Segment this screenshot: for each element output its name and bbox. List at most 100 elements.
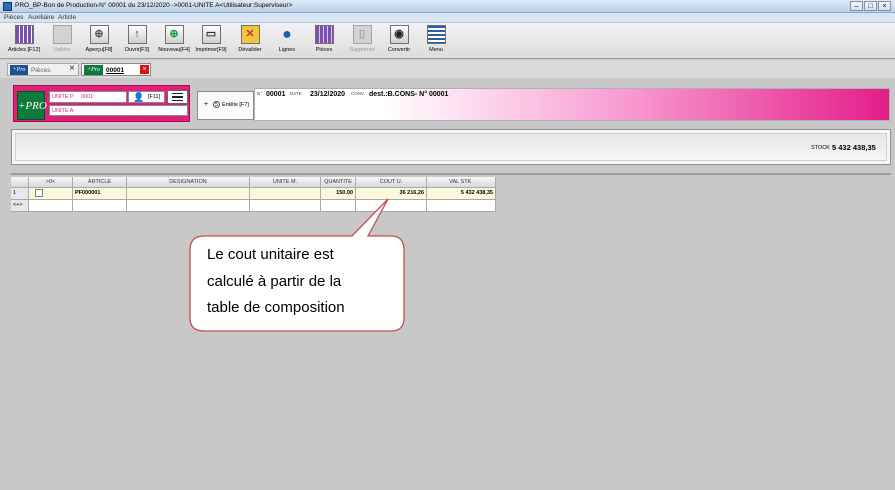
unit-label: UNITE P xyxy=(52,94,74,100)
row-checkbox[interactable] xyxy=(35,188,43,197)
open-up-arrow-icon: ↑ xyxy=(127,25,147,44)
menu-button[interactable]: Menu xyxy=(417,25,455,58)
callout-line: Le cout unitaire est xyxy=(207,246,334,263)
invalidate-x-icon: ✕ xyxy=(240,25,260,44)
close-window-icon[interactable]: × xyxy=(878,1,891,11)
person-icon: 👤 xyxy=(133,92,145,102)
convert-eye-icon: ◉ xyxy=(389,25,409,44)
menu-item-auxiliaire[interactable]: Auxiliaire xyxy=(28,14,54,21)
app-icon xyxy=(3,2,12,11)
unit-code-field[interactable]: UNITE P 0001 xyxy=(49,91,127,103)
new-row-marker: <+> xyxy=(11,200,29,212)
close-tab-icon[interactable]: × xyxy=(69,63,75,74)
lines-grid: >0< ARTICLE DESIGNATION UNITE M. QUANTIT… xyxy=(11,177,496,212)
plus-icon: + xyxy=(204,101,209,108)
document-info-bar: N° 00001 DATE 23/12/2020 CONV dest.:B.CO… xyxy=(254,88,890,121)
col-header-valstk[interactable]: VAL STK. xyxy=(427,177,496,188)
tab-label: Pièces xyxy=(31,67,51,74)
empty-cell[interactable] xyxy=(356,200,427,212)
col-header-quantite[interactable]: QUANTITE xyxy=(321,177,356,188)
cell-valstk[interactable]: 5 432 438,35 xyxy=(427,188,496,200)
title-bar: PRO_BP-Bon de Production-N° 00001 du 23/… xyxy=(0,0,895,13)
cell-article[interactable]: PF000001 xyxy=(73,188,127,200)
col-header-cout[interactable]: COUT U. xyxy=(356,177,427,188)
pro-logo: +PRO xyxy=(17,91,47,120)
articles-button[interactable]: Articles [F12] xyxy=(5,25,43,58)
empty-cell[interactable] xyxy=(127,200,250,212)
close-tab-icon[interactable]: × xyxy=(140,65,149,74)
unit-name: UNITE A xyxy=(52,108,74,114)
doc-date-label: DATE xyxy=(290,91,302,96)
entete-number: 5 xyxy=(213,101,220,108)
toolbar: Articles [F12] Valider ⊕ Aperçu[F8] ↑ Ou… xyxy=(0,23,895,59)
callout-text: Le cout unitaire est calculé à partir de… xyxy=(207,242,387,322)
print-icon: ▭ xyxy=(201,25,221,44)
pieces-button[interactable]: Pièces xyxy=(305,25,343,58)
menu-bar: Pièces Auxiliaire Article xyxy=(0,13,895,23)
pro-logo-icon: +Pro xyxy=(10,65,28,75)
grid-header: >0< ARTICLE DESIGNATION UNITE M. QUANTIT… xyxy=(11,177,496,188)
tab-document[interactable]: +Pro 00001 × xyxy=(81,63,151,76)
empty-cell[interactable] xyxy=(321,200,356,212)
cell-quantite[interactable]: 150.00 xyxy=(321,188,356,200)
row-index: 1 xyxy=(11,188,29,200)
doc-number: 00001 xyxy=(266,91,286,98)
col-header-index xyxy=(11,177,29,188)
hamburger-menu-icon[interactable] xyxy=(167,90,188,104)
validate-button[interactable]: Valider xyxy=(43,25,81,58)
validate-icon xyxy=(52,25,72,44)
delete-button[interactable]: ▯ Supprimer xyxy=(343,25,381,58)
unit-search-button[interactable]: 👤 [F11] xyxy=(128,91,165,103)
callout-line: calculé à partir de la xyxy=(207,272,342,290)
doc-conv-label: CONV xyxy=(351,91,365,96)
new-button[interactable]: ⊕ Nouveau[F4] xyxy=(155,25,193,58)
preview-button[interactable]: ⊕ Aperçu[F8] xyxy=(80,25,118,58)
menu-item-article[interactable]: Article xyxy=(58,14,76,21)
empty-cell[interactable] xyxy=(427,200,496,212)
doc-date: 23/12/2020 xyxy=(310,91,346,98)
entete-button[interactable]: + 5 Entête [F7] xyxy=(197,91,254,120)
pieces-grid-icon xyxy=(314,25,334,44)
minimize-icon[interactable]: – xyxy=(850,1,863,11)
window-title: PRO_BP-Bon de Production-N° 00001 du 23/… xyxy=(15,2,293,9)
empty-cell[interactable] xyxy=(73,200,127,212)
empty-cell[interactable] xyxy=(29,200,73,212)
invalidate-button[interactable]: ✕ Dévalider xyxy=(231,25,269,58)
pro-logo-icon: +Pro xyxy=(84,65,103,75)
new-plus-icon: ⊕ xyxy=(164,25,184,44)
unit-name-field[interactable]: UNITE A xyxy=(49,105,188,116)
lines-button[interactable]: ● Lignes xyxy=(268,25,306,58)
row-select-cell[interactable] xyxy=(29,188,73,200)
articles-grid-icon xyxy=(14,25,34,44)
open-button[interactable]: ↑ Ouvrir[F3] xyxy=(118,25,156,58)
col-header-unite[interactable]: UNITE M. xyxy=(250,177,321,188)
preview-magnifier-icon: ⊕ xyxy=(89,25,109,44)
table-row[interactable]: 1 PF000001 150.00 36 216,26 5 432 438,35 xyxy=(11,188,496,200)
print-button[interactable]: ▭ Imprimer[F9] xyxy=(192,25,230,58)
tab-pieces[interactable]: +Pro Pièces × xyxy=(7,63,79,76)
lines-search-icon: ● xyxy=(282,25,292,43)
tab-label: 00001 xyxy=(106,67,125,74)
grid-area xyxy=(11,173,891,485)
unit-code: 0001 xyxy=(81,94,94,100)
window-controls: – □ × xyxy=(850,1,891,12)
shortcut-label: [F11] xyxy=(148,94,161,100)
entete-label: Entête [F7] xyxy=(222,102,249,108)
cell-unite[interactable] xyxy=(250,188,321,200)
convert-button[interactable]: ◉ Convertir xyxy=(380,25,418,58)
stock-label: STOCK xyxy=(811,145,830,151)
col-header-designation[interactable]: DESIGNATION xyxy=(127,177,250,188)
stock-panel xyxy=(11,129,891,165)
empty-cell[interactable] xyxy=(250,200,321,212)
col-header-article[interactable]: ARTICLE xyxy=(73,177,127,188)
maximize-icon[interactable]: □ xyxy=(864,1,877,11)
col-header-select[interactable]: >0< xyxy=(29,177,73,188)
table-row-new[interactable]: <+> xyxy=(11,200,496,212)
delete-icon: ▯ xyxy=(352,25,372,44)
doc-number-label: N° xyxy=(257,91,263,96)
cell-designation[interactable] xyxy=(127,188,250,200)
doc-destination: dest.:B.CONS- N° 00001 xyxy=(369,91,449,98)
menu-item-pieces[interactable]: Pièces xyxy=(4,14,24,21)
cell-cout[interactable]: 36 216,26 xyxy=(356,188,427,200)
menu-lines-icon xyxy=(426,25,446,44)
